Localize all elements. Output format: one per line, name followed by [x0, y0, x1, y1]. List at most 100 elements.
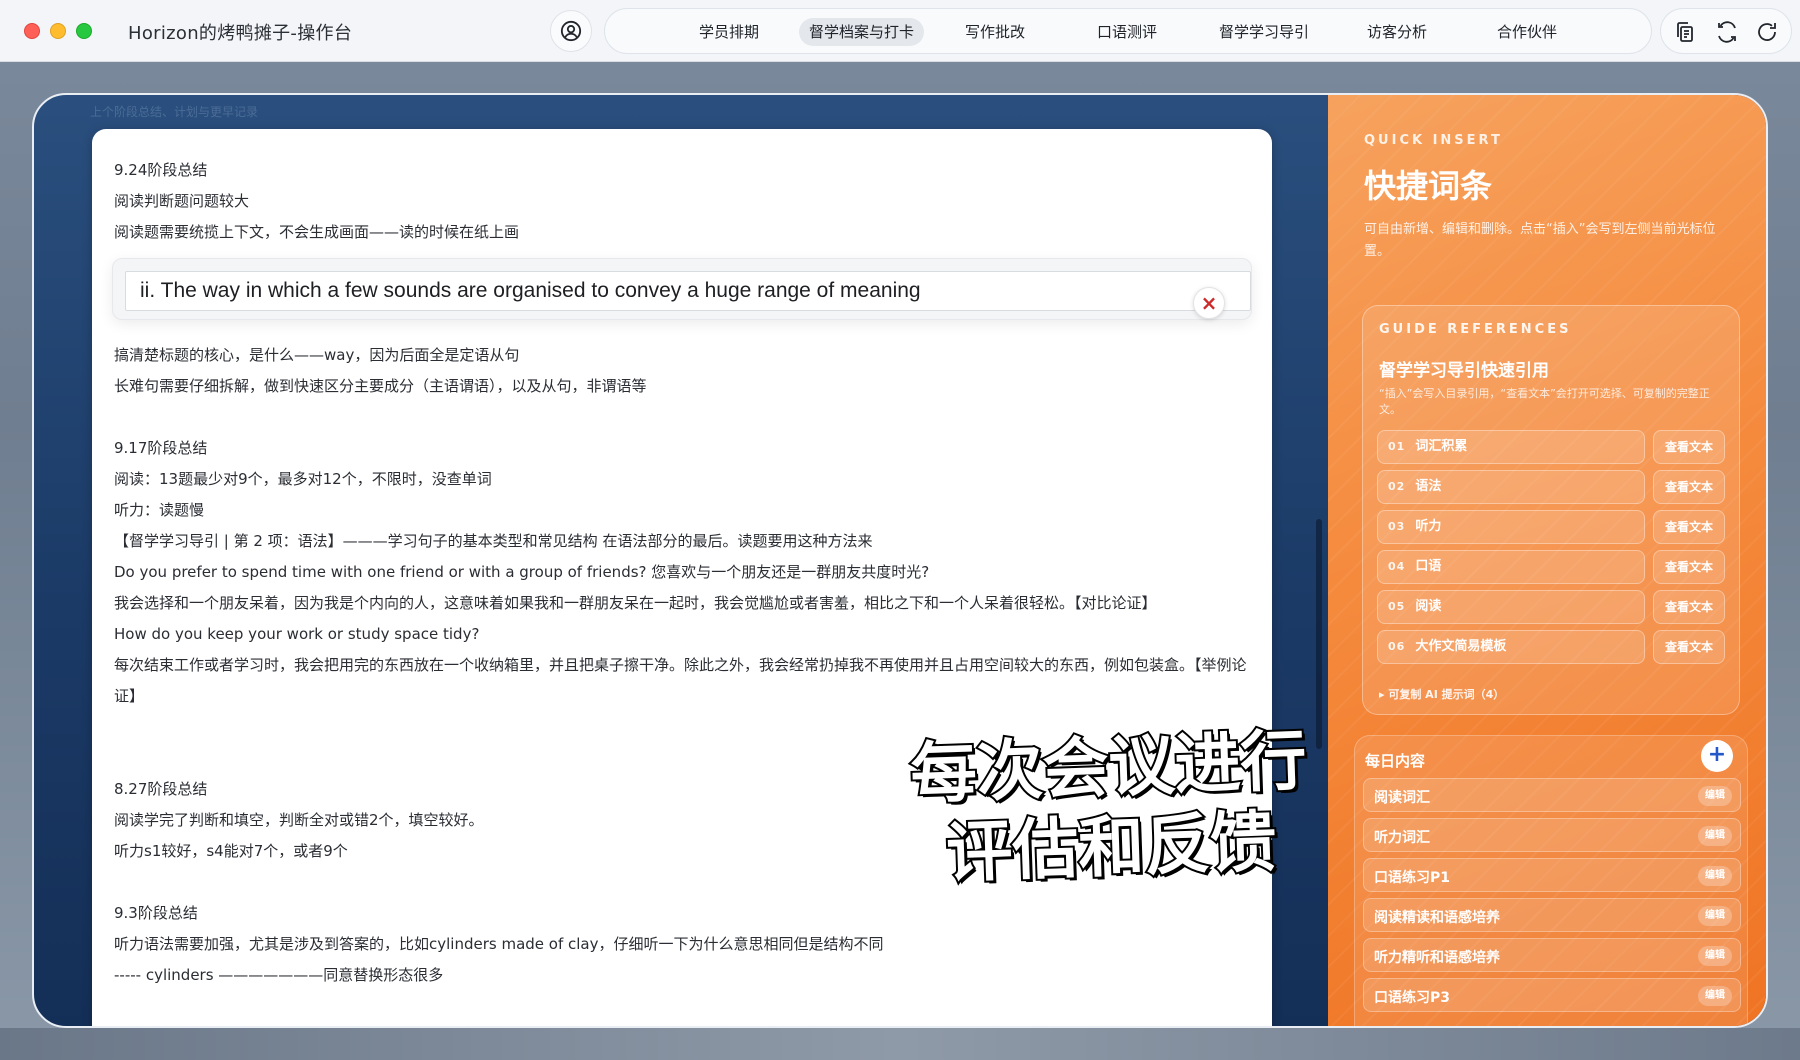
card-description: “插入”会写入目录引用，“查看文本”会打开可选择、可复制的完整正文。	[1379, 387, 1710, 416]
account-button[interactable]	[550, 10, 592, 52]
panel-description: 可自由新增、编辑和删除。点击“插入”会写到左侧当前光标位置。	[1364, 222, 1716, 259]
section-eyebrow: GUIDE REFERENCES	[1379, 322, 1572, 337]
guide-number: 05	[1388, 600, 1406, 613]
notes-editor[interactable]: 9.24阶段总结 阅读判断题问题较大 阅读题需要统揽上下文，不会生成画面——读的…	[92, 129, 1272, 1026]
nav-tab-partners[interactable]: 合作伙伴	[1487, 18, 1567, 46]
daily-item-label: 口语练习P1	[1374, 870, 1451, 886]
minimize-window-button[interactable]	[50, 23, 66, 39]
note-heading: 9.17阶段总结	[114, 439, 208, 457]
quote-text[interactable]: ii. The way in which a few sounds are or…	[125, 271, 1251, 311]
section-eyebrow: QUICK INSERT	[1364, 133, 1503, 148]
note-line: 听力语法需要加强，尤其是涉及到答案的，比如cylinders made of c…	[114, 935, 884, 953]
guide-number: 02	[1388, 480, 1406, 493]
guide-insert-button[interactable]: 01 词汇积累	[1377, 430, 1645, 464]
daily-item-label: 口语练习P3	[1374, 990, 1451, 1006]
refresh-icon[interactable]	[1755, 20, 1779, 44]
quote-card: ii. The way in which a few sounds are or…	[112, 258, 1252, 320]
guide-label: 语法	[1415, 479, 1442, 494]
guide-insert-button[interactable]: 02 语法	[1377, 470, 1645, 504]
edit-button[interactable]: 编辑	[1698, 906, 1732, 926]
note-paragraph: 每次结束工作或者学习时，我会把用完的东西放在一个收纳箱里，并且把桌子擦干净。除此…	[114, 656, 1247, 705]
view-text-button[interactable]: 查看文本	[1653, 470, 1725, 504]
daily-item-label: 阅读精读和语感培养	[1374, 910, 1500, 926]
daily-item-label: 阅读词汇	[1374, 790, 1430, 806]
guide-insert-button[interactable]: 05 阅读	[1377, 590, 1645, 624]
note-line: Do you prefer to spend time with one fri…	[114, 563, 930, 581]
view-text-button[interactable]: 查看文本	[1653, 550, 1725, 584]
note-heading: 9.3阶段总结	[114, 904, 198, 922]
guide-row: 01 词汇积累 查看文本	[1377, 430, 1727, 464]
guide-label: 阅读	[1415, 599, 1442, 614]
guide-number: 06	[1388, 640, 1406, 653]
daily-item[interactable]: 听力词汇 编辑	[1363, 818, 1741, 852]
guide-row: 06 大作文简易模板 查看文本	[1377, 630, 1727, 664]
edit-button[interactable]: 编辑	[1698, 986, 1732, 1006]
nav-tab-speaking[interactable]: 口语测评	[1087, 18, 1167, 46]
guide-insert-button[interactable]: 06 大作文简易模板	[1377, 630, 1645, 664]
note-line: ----- cylinders ———————同意替换形态很多	[114, 966, 444, 984]
view-text-button[interactable]: 查看文本	[1653, 510, 1725, 544]
daily-item[interactable]: 口语练习P3 编辑	[1363, 978, 1741, 1012]
guide-label: 大作文简易模板	[1415, 639, 1507, 654]
guide-row: 05 阅读 查看文本	[1377, 590, 1727, 624]
note-line: 长难句需要仔细拆解，做到快速区分主要成分（主语谓语），以及从句，非谓语等	[114, 377, 647, 395]
guide-insert-button[interactable]: 04 口语	[1377, 550, 1645, 584]
zoom-window-button[interactable]	[76, 23, 92, 39]
guide-label: 口语	[1415, 559, 1442, 574]
subtitle-line: 评估和反馈	[943, 801, 1279, 893]
copy-icon[interactable]	[1673, 20, 1697, 44]
note-line: 阅读题需要统揽上下文，不会生成画面——读的时候在纸上画	[114, 223, 520, 241]
guide-number: 01	[1388, 440, 1406, 453]
daily-item[interactable]: 口语练习P1 编辑	[1363, 858, 1741, 892]
ai-prompts-toggle[interactable]: ▸ 可复制 AI 提示词（4）	[1379, 686, 1504, 702]
main-nav: 学员排期 督学档案与打卡 写作批改 口语测评 督学学习导引 访客分析 合作伙伴	[604, 8, 1652, 54]
edit-button[interactable]: 编辑	[1698, 946, 1732, 966]
note-line: 【督学学习导引 | 第 2 项：语法】———学习句子的基本类型和常见结构 在语法…	[114, 532, 873, 550]
guide-row: 04 口语 查看文本	[1377, 550, 1727, 584]
toolbar	[1660, 8, 1792, 54]
quick-insert-panel: QUICK INSERT 快捷词条 可自由新增、编辑和删除。点击“插入”会写到左…	[1328, 95, 1766, 1026]
guide-row: 02 语法 查看文本	[1377, 470, 1727, 504]
edit-button[interactable]: 编辑	[1698, 866, 1732, 886]
guide-label: 听力	[1415, 519, 1442, 534]
edit-button[interactable]: 编辑	[1698, 786, 1732, 806]
sync-icon[interactable]	[1715, 20, 1739, 44]
daily-item-label: 听力精听和语感培养	[1374, 950, 1500, 966]
note-heading: 9.24阶段总结	[114, 161, 208, 179]
daily-item[interactable]: 阅读词汇 编辑	[1363, 778, 1741, 812]
nav-tab-schedule[interactable]: 学员排期	[689, 18, 769, 46]
guide-label: 词汇积累	[1415, 439, 1468, 454]
view-text-button[interactable]: 查看文本	[1653, 630, 1725, 664]
guide-insert-button[interactable]: 03 听力	[1377, 510, 1645, 544]
edit-button[interactable]: 编辑	[1698, 826, 1732, 846]
view-text-button[interactable]: 查看文本	[1653, 430, 1725, 464]
close-icon[interactable]: ×	[1193, 287, 1225, 319]
daily-content-card: 每日内容 + 阅读词汇 编辑 听力词汇 编辑 口语练习P1 编辑 阅读精读和语感…	[1354, 735, 1748, 1026]
note-paragraph: 我会选择和一个朋友呆着，因为我是个内向的人，这意味着如果我和一群朋友呆在一起时，…	[114, 594, 1157, 612]
guide-references-card: GUIDE REFERENCES 督学学习导引快速引用 “插入”会写入目录引用，…	[1362, 305, 1740, 715]
notes-scrollbar[interactable]	[1316, 519, 1322, 749]
subtitle-overlay: 每次会议进行 评估和反馈	[877, 720, 1342, 896]
daily-item-label: 听力词汇	[1374, 830, 1430, 846]
note-line: 听力：读题慢	[114, 501, 205, 519]
note-line: 搞清楚标题的核心，是什么——way，因为后面全是定语从句	[114, 346, 520, 364]
daily-item[interactable]: 听力精听和语感培养 编辑	[1363, 938, 1741, 972]
guide-number: 04	[1388, 560, 1406, 573]
guide-number: 03	[1388, 520, 1406, 533]
view-text-button[interactable]: 查看文本	[1653, 590, 1725, 624]
desktop-background	[0, 1028, 1800, 1060]
nav-tab-guide[interactable]: 督学学习导引	[1209, 18, 1319, 46]
title-bar: Horizon的烤鸭摊子-操作台 学员排期 督学档案与打卡 写作批改 口语测评 …	[0, 0, 1800, 62]
app-title: Horizon的烤鸭摊子-操作台	[128, 23, 353, 44]
daily-item[interactable]: 阅读精读和语感培养 编辑	[1363, 898, 1741, 932]
user-circle-icon	[560, 20, 582, 42]
nav-tab-visitors[interactable]: 访客分析	[1357, 18, 1437, 46]
card-title: 每日内容	[1365, 752, 1426, 770]
nav-tab-records[interactable]: 督学档案与打卡	[799, 18, 925, 46]
close-window-button[interactable]	[24, 23, 40, 39]
nav-tab-writing[interactable]: 写作批改	[955, 18, 1035, 46]
add-item-button[interactable]: +	[1701, 740, 1733, 772]
note-line: 阅读：13题最少对9个，最多对12个，不限时，没查单词	[114, 470, 492, 488]
panel-title: 快捷词条	[1364, 167, 1493, 205]
note-line: 阅读判断题问题较大	[114, 192, 250, 210]
